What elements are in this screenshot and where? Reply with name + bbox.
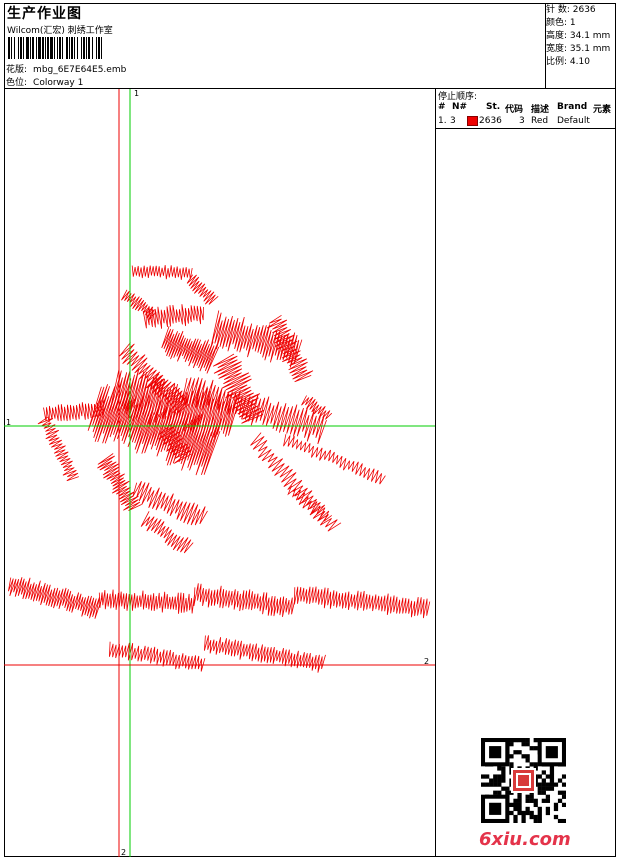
row-brand: Default — [557, 116, 590, 126]
stitch-run — [250, 432, 342, 532]
stitch-run — [186, 274, 219, 305]
design-preview: 1 1 2 2 — [4, 89, 436, 857]
colorway-value: Colorway 1 — [33, 78, 84, 88]
design-stats: 针 数: 2636 颜色: 1 高度: 34.1 mm 宽度: 35.1 mm … — [546, 4, 616, 69]
design-scale: 比例: 4.10 — [546, 57, 590, 67]
colorway: 色位: Colorway 1 — [6, 75, 83, 88]
stop-sequence-panel: 停止顺序: # N# St. 代码 描述 Brand 元素 1. 3 2636 … — [436, 89, 616, 129]
col-code: 代码 — [505, 105, 524, 115]
guide-label-h1: 1 — [6, 418, 11, 427]
color-count: 颜色: 1 — [546, 18, 576, 28]
col-element: 元素 — [593, 105, 612, 115]
stitch-run — [121, 289, 157, 321]
stitch-run — [98, 589, 195, 614]
filename-label: 花版: — [6, 65, 28, 75]
stop-sequence-title: 停止顺序: — [438, 92, 478, 102]
stitch-run — [283, 434, 386, 485]
stitch-run — [109, 641, 206, 672]
guide-label-v1: 1 — [134, 89, 139, 98]
stitch-run — [132, 481, 208, 526]
col-needle: N# — [452, 102, 468, 112]
stitch-run — [37, 416, 79, 482]
barcode — [8, 37, 194, 59]
stitch-run — [161, 326, 220, 374]
row-stitches: 2636 — [479, 116, 502, 126]
col-description: 描述 — [531, 105, 550, 115]
colorway-label: 色位: — [6, 78, 28, 88]
header-info: 生产作业图 Wilcom(汇宏) 刺绣工作室 花版: mbg_6E7E64E5.e… — [4, 3, 546, 88]
design-filename: 花版: mbg_6E7E64E5.emb — [6, 62, 126, 75]
embroidery-canvas: 1 1 2 2 — [4, 89, 435, 857]
embroidery-stitches — [8, 265, 431, 673]
row-index: 1. — [438, 116, 447, 126]
filename-value: mbg_6E7E64E5.emb — [33, 65, 127, 75]
site-logo: 6xiu.com — [479, 829, 571, 850]
col-brand: Brand — [557, 102, 588, 112]
col-index: # — [438, 102, 446, 112]
stitch-run — [204, 635, 326, 673]
stitch-run — [294, 586, 431, 619]
stitch-run — [131, 265, 193, 280]
row-code: 3 — [519, 116, 525, 126]
design-height: 高度: 34.1 mm — [546, 31, 611, 41]
row-description: Red — [531, 116, 549, 126]
studio-name: Wilcom(汇宏) 刺绣工作室 — [7, 26, 113, 36]
page-title: 生产作业图 — [7, 6, 82, 22]
col-stitches: St. — [486, 102, 501, 112]
stitch-count: 针 数: 2636 — [546, 5, 596, 15]
design-width: 宽度: 35.1 mm — [546, 44, 611, 54]
header: 生产作业图 Wilcom(汇宏) 刺绣工作室 花版: mbg_6E7E64E5.e… — [4, 3, 616, 89]
row-needle: 3 — [450, 116, 456, 126]
guide-label-h2: 2 — [424, 657, 429, 666]
stitch-run — [8, 577, 103, 619]
guide-label-v2: 2 — [121, 848, 126, 857]
qr-code — [481, 738, 566, 823]
stitch-run — [193, 583, 296, 617]
stitch-run — [142, 304, 204, 329]
